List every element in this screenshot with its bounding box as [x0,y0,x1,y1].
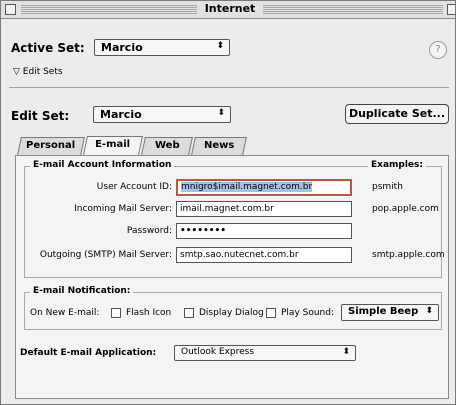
popup-arrows-icon: ⬍ [217,108,225,118]
outgoing-server-field[interactable]: smtp.sao.nutecnet.com.br [176,247,352,263]
incoming-server-example: pop.apple.com [372,204,439,214]
window-title: Internet [197,2,263,15]
tab-email[interactable]: E-mail [82,136,144,155]
play-sound-checkbox[interactable] [266,308,276,318]
title-bar-stripes [21,5,197,14]
user-account-id-example: psmith [372,182,403,192]
notification-title: E-mail Notification: [30,286,134,296]
tab-label: News [203,140,235,151]
edit-sets-disclosure[interactable]: ▽ Edit Sets [13,67,63,77]
examples-title: Examples: [368,160,426,170]
edit-set-value: Marcio [100,108,142,121]
incoming-server-field[interactable]: imail.magnet.com.br [176,201,352,217]
default-app-popup[interactable]: Outlook Express ⬍ [174,345,356,361]
on-new-email-label: On New E-mail: [30,308,100,318]
section-divider [9,87,449,88]
disclosure-triangle-icon: ▽ [13,67,20,77]
active-set-label: Active Set: [11,41,85,55]
user-account-id-value: mnigro$imail.magnet.com.br [181,182,313,192]
incoming-server-label: Incoming Mail Server: [74,204,172,214]
flash-icon-checkbox[interactable] [111,308,121,318]
active-set-value: Marcio [101,41,143,54]
title-bar[interactable]: Internet [1,1,455,19]
tab-web[interactable]: Web [141,137,193,155]
edit-sets-label: Edit Sets [22,67,63,77]
internet-window: Internet Active Set: Marcio ⬍ ? ▽ Edit S… [0,0,456,405]
flash-icon-label[interactable]: Flash Icon [126,308,171,318]
outgoing-server-label: Outgoing (SMTP) Mail Server: [39,250,172,260]
tab-personal[interactable]: Personal [17,137,85,155]
tab-label: Web [154,140,180,151]
popup-arrows-icon: ⬍ [342,347,350,357]
help-icon[interactable]: ? [429,41,447,59]
active-set-popup[interactable]: Marcio ⬍ [94,39,230,56]
account-info-title: E-mail Account Information [30,160,175,170]
default-app-value: Outlook Express [181,347,255,357]
email-tab-panel: E-mail Account Information Examples: Use… [15,155,449,399]
display-dialog-label[interactable]: Display Dialog [199,308,264,318]
play-sound-label[interactable]: Play Sound: [281,308,334,318]
password-label: Password: [126,226,172,236]
edit-set-popup[interactable]: Marcio ⬍ [93,106,231,123]
popup-arrows-icon: ⬍ [425,306,433,316]
popup-arrows-icon: ⬍ [216,41,224,51]
sound-popup[interactable]: Simple Beep ⬍ [341,304,439,321]
user-account-id-label: User Account ID: [96,182,172,192]
sound-value: Simple Beep [348,306,419,317]
zoom-box-icon[interactable] [447,4,455,15]
title-bar-stripes [263,5,443,14]
default-app-label: Default E-mail Application: [20,348,157,358]
user-account-id-field[interactable]: mnigro$imail.magnet.com.br [176,179,352,196]
password-field[interactable]: •••••••• [176,223,352,239]
tab-news[interactable]: News [191,137,247,155]
tab-label: E-mail [95,139,131,150]
display-dialog-checkbox[interactable] [184,308,194,318]
tab-label: Personal [26,140,76,151]
outgoing-server-example: smtp.apple.com [372,250,445,260]
edit-set-label: Edit Set: [11,109,70,123]
close-box-icon[interactable] [5,4,16,15]
duplicate-set-button[interactable]: Duplicate Set... [345,104,449,124]
